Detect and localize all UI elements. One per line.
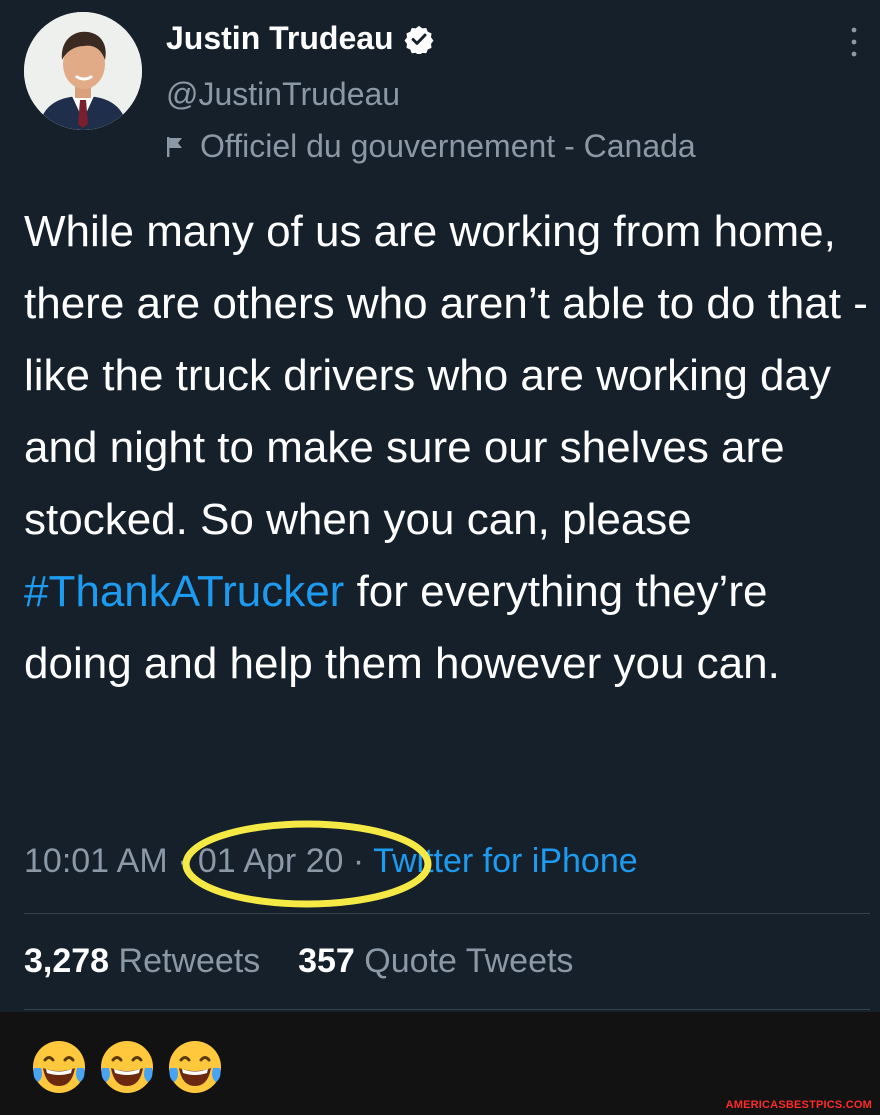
quote-tweets-stat[interactable]: 357 Quote Tweets: [298, 942, 573, 980]
more-options-icon[interactable]: [848, 22, 860, 62]
watermark: AMERICASBESTPICS.COM: [725, 1099, 872, 1111]
tweet-time[interactable]: 10:01 AM: [24, 842, 168, 880]
quotes-label: Quote Tweets: [364, 942, 574, 980]
author-name[interactable]: Justin Trudeau: [166, 20, 394, 57]
flag-icon: [167, 136, 182, 157]
date-highlight-circle: [182, 820, 432, 908]
divider: [24, 1009, 870, 1010]
avatar-photo: [24, 12, 142, 130]
tweet-card: Justin Trudeau @JustinTrudeau Officiel d…: [0, 0, 880, 1010]
avatar[interactable]: [24, 12, 142, 130]
tweet-text-before: While many of us are working from home, …: [24, 207, 868, 544]
tweet-text: While many of us are working from home, …: [24, 196, 869, 700]
quotes-count: 357: [298, 942, 355, 980]
reaction-caption: AMERICASBESTPICS.COM: [0, 1012, 880, 1115]
retweets-count: 3,278: [24, 942, 110, 980]
account-label-text: Officiel du gouvernement - Canada: [200, 128, 696, 164]
hashtag-link[interactable]: #ThankATrucker: [24, 567, 344, 616]
retweets-stat[interactable]: 3,278 Retweets: [24, 942, 260, 980]
retweets-label: Retweets: [118, 942, 261, 980]
laughing-tears-icon: [101, 1041, 153, 1093]
government-account-label: Officiel du gouvernement - Canada: [166, 128, 696, 165]
author-name-row[interactable]: Justin Trudeau: [166, 20, 434, 57]
laughing-tears-icon: [169, 1041, 221, 1093]
tweet-stats: 3,278 Retweets 357 Quote Tweets: [24, 942, 573, 981]
author-handle[interactable]: @JustinTrudeau: [166, 76, 400, 113]
verified-badge-icon: [404, 25, 434, 54]
divider: [24, 913, 870, 914]
laughing-tears-icon: [33, 1041, 85, 1093]
